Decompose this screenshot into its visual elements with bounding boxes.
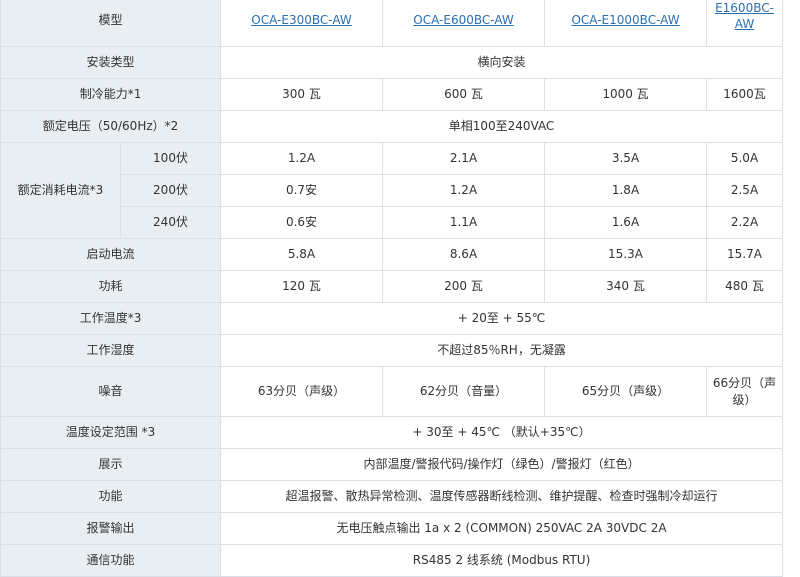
cooling-value: 1600瓦 bbox=[706, 78, 784, 111]
startup-value: 15.3A bbox=[544, 238, 708, 271]
operating-humidity-row: 工作湿度 不超过85％RH，无凝露 bbox=[0, 334, 784, 367]
model-cell: E1600BC-AW bbox=[706, 0, 784, 47]
noise-value: 63分贝（声级） bbox=[220, 366, 384, 417]
current-value: 1.2A bbox=[382, 174, 546, 207]
startup-value: 5.8A bbox=[220, 238, 384, 271]
current-value: 0.7安 bbox=[220, 174, 384, 207]
display-value: 内部温度/警报代码/操作灯（绿色）/警报灯（红色） bbox=[220, 448, 784, 481]
rated-current-label: 额定消耗电流*3 bbox=[0, 142, 121, 239]
model-cell: OCA-E300BC-AW bbox=[220, 0, 384, 47]
rated-voltage-value: 单相100至240VAC bbox=[220, 110, 784, 143]
row-label: 工作湿度 bbox=[0, 334, 222, 367]
model-cell: OCA-E600BC-AW bbox=[382, 0, 546, 47]
current-value: 1.8A bbox=[544, 174, 708, 207]
cooling-value: 1000 瓦 bbox=[544, 78, 708, 111]
current-value: 1.2A bbox=[220, 142, 384, 175]
power-value: 120 瓦 bbox=[220, 270, 384, 303]
cooling-value: 300 瓦 bbox=[220, 78, 384, 111]
current-value: 1.6A bbox=[544, 206, 708, 239]
current-value: 2.2A bbox=[706, 206, 784, 239]
voltage-sub-label: 100伏 bbox=[119, 142, 222, 175]
model-link-e1600[interactable]: E1600BC-AW bbox=[711, 0, 778, 32]
row-label: 额定电压（50/60Hz）*2 bbox=[0, 110, 222, 143]
power-value: 200 瓦 bbox=[382, 270, 546, 303]
function-row: 功能 超温报警、散热异常检测、温度传感器断线检测、维护提醒、检查时强制冷却运行 bbox=[0, 480, 784, 513]
noise-row: 噪音 63分贝（声级） 62分贝（音量） 65分贝（声级） 66分贝（声级） bbox=[0, 366, 784, 417]
rated-voltage-row: 额定电压（50/60Hz）*2 单相100至240VAC bbox=[0, 110, 784, 143]
display-row: 展示 内部温度/警报代码/操作灯（绿色）/警报灯（红色） bbox=[0, 448, 784, 481]
row-label: 启动电流 bbox=[0, 238, 222, 271]
model-header-label: 模型 bbox=[0, 0, 222, 47]
temp-range-row: 温度设定范围 *3 + 30至 + 45℃ （默认+35℃） bbox=[0, 416, 784, 449]
startup-current-row: 启动电流 5.8A 8.6A 15.3A 15.7A bbox=[0, 238, 784, 271]
cooling-value: 600 瓦 bbox=[382, 78, 546, 111]
row-label: 展示 bbox=[0, 448, 222, 481]
model-row: 模型 OCA-E300BC-AW OCA-E600BC-AW OCA-E1000… bbox=[0, 0, 784, 47]
row-label: 功耗 bbox=[0, 270, 222, 303]
voltage-sub-label: 200伏 bbox=[119, 174, 222, 207]
current-value: 1.1A bbox=[382, 206, 546, 239]
install-type-value: 横向安装 bbox=[220, 46, 784, 79]
current-value: 2.5A bbox=[706, 174, 784, 207]
row-label: 制冷能力*1 bbox=[0, 78, 222, 111]
row-label: 温度设定范围 *3 bbox=[0, 416, 222, 449]
operating-temp-row: 工作温度*3 + 20至 + 55℃ bbox=[0, 302, 784, 335]
model-link-e600[interactable]: OCA-E600BC-AW bbox=[413, 13, 513, 27]
row-label: 噪音 bbox=[0, 366, 222, 417]
power-row: 功耗 120 瓦 200 瓦 340 瓦 480 瓦 bbox=[0, 270, 784, 303]
current-100v-row: 额定消耗电流*3 100伏 1.2A 2.1A 3.5A 5.0A bbox=[0, 142, 784, 239]
noise-value: 62分贝（音量） bbox=[382, 366, 546, 417]
current-value: 0.6安 bbox=[220, 206, 384, 239]
startup-value: 8.6A bbox=[382, 238, 546, 271]
spec-table: 模型 OCA-E300BC-AW OCA-E600BC-AW OCA-E1000… bbox=[0, 0, 784, 577]
power-value: 340 瓦 bbox=[544, 270, 708, 303]
current-value: 3.5A bbox=[544, 142, 708, 175]
row-label: 安装类型 bbox=[0, 46, 222, 79]
function-value: 超温报警、散热异常检测、温度传感器断线检测、维护提醒、检查时强制冷却运行 bbox=[220, 480, 784, 513]
noise-value: 65分贝（声级） bbox=[544, 366, 708, 417]
voltage-sub-label: 240伏 bbox=[119, 206, 222, 239]
model-link-e300[interactable]: OCA-E300BC-AW bbox=[251, 13, 351, 27]
operating-temp-value: + 20至 + 55℃ bbox=[220, 302, 784, 335]
model-cell: OCA-E1000BC-AW bbox=[544, 0, 708, 47]
row-label: 功能 bbox=[0, 480, 222, 513]
current-value: 2.1A bbox=[382, 142, 546, 175]
install-type-row: 安装类型 横向安装 bbox=[0, 46, 784, 79]
startup-value: 15.7A bbox=[706, 238, 784, 271]
current-value: 5.0A bbox=[706, 142, 784, 175]
model-link-e1000[interactable]: OCA-E1000BC-AW bbox=[571, 13, 679, 27]
noise-value: 66分贝（声级） bbox=[706, 366, 784, 417]
row-label: 工作温度*3 bbox=[0, 302, 222, 335]
power-value: 480 瓦 bbox=[706, 270, 784, 303]
cooling-capacity-row: 制冷能力*1 300 瓦 600 瓦 1000 瓦 1600瓦 bbox=[0, 78, 784, 111]
row-label: 报警输出 bbox=[0, 512, 222, 545]
operating-humidity-value: 不超过85％RH，无凝露 bbox=[220, 334, 784, 367]
alarm-output-row: 报警输出 无电压触点输出 1a x 2 (COMMON) 250VAC 2A 3… bbox=[0, 512, 784, 545]
alarm-output-value: 无电压触点输出 1a x 2 (COMMON) 250VAC 2A 30VDC … bbox=[220, 512, 784, 545]
temp-range-value: + 30至 + 45℃ （默认+35℃） bbox=[220, 416, 784, 449]
